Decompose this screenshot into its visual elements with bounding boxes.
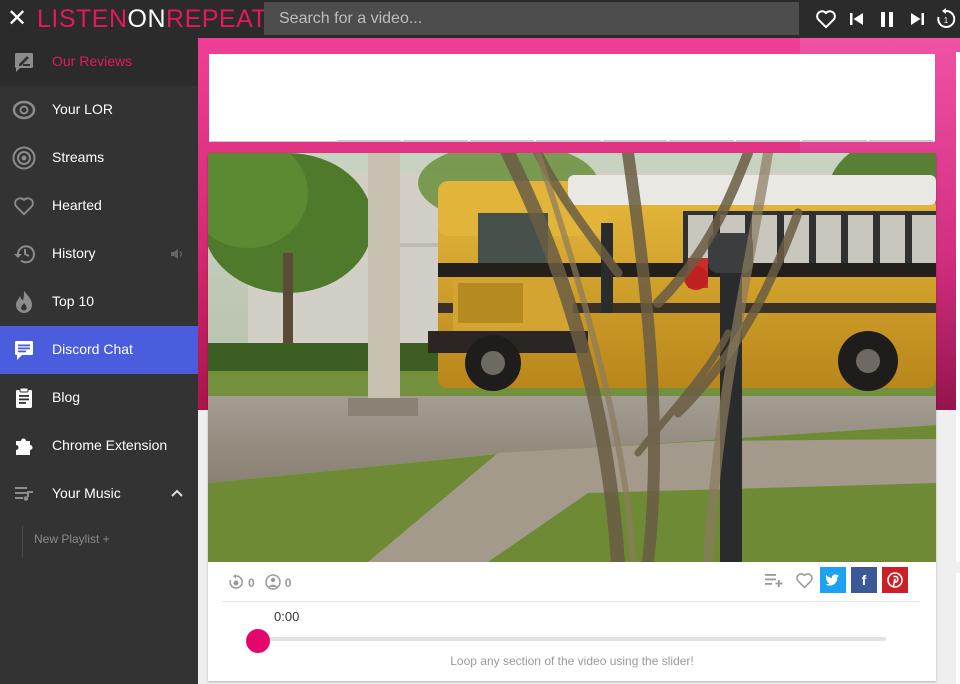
heart-icon[interactable] — [793, 569, 815, 591]
ad-divider-lines — [337, 139, 935, 141]
slider-hint: Loop any section of the video using the … — [450, 654, 694, 668]
side-panel-edge — [956, 52, 960, 562]
divider — [222, 601, 920, 602]
current-time: 0:00 — [274, 609, 300, 624]
ad-banner — [209, 54, 935, 142]
chat-icon — [12, 338, 36, 362]
facebook-share-button[interactable]: f — [851, 567, 877, 593]
share-actions: f — [763, 567, 908, 593]
sidebar-item-label: Discord Chat — [52, 341, 133, 357]
repeat-count-value: 0 — [248, 576, 255, 590]
volume-icon — [170, 247, 184, 265]
sidebar-item-history[interactable]: History — [0, 230, 198, 278]
new-playlist-button[interactable]: New Playlist + — [22, 526, 110, 558]
pinterest-icon — [887, 572, 903, 588]
sidebar-item-top-10[interactable]: Top 10 — [0, 278, 198, 326]
logo-listen: LISTEN — [37, 5, 128, 33]
player-card: 0 0 f 0:00 Loop any section of the video… — [208, 153, 936, 681]
sidebar-item-label: Your Music — [52, 485, 121, 501]
puzzle-icon — [12, 434, 36, 458]
search-input[interactable] — [264, 2, 799, 35]
loop-slider-track[interactable] — [248, 637, 886, 641]
video-stats: 0 0 — [228, 573, 301, 593]
rate-review-icon — [12, 50, 36, 74]
streams-icon — [12, 146, 36, 170]
sidebar-item-label: Top 10 — [52, 293, 95, 309]
sidebar-item-your-music[interactable]: Your Music — [0, 470, 198, 518]
sidebar-item-label: Blog — [52, 389, 81, 405]
pinterest-share-button[interactable] — [882, 567, 908, 593]
skip-next-icon[interactable] — [906, 8, 928, 30]
sidebar: Our Reviews Your LOR Streams Hearted His… — [0, 38, 198, 684]
lor-logo-icon — [12, 98, 36, 122]
sidebar-item-hearted[interactable]: Hearted — [0, 182, 198, 230]
logo[interactable]: LISTENONREPEAT — [37, 4, 267, 34]
person-icon — [264, 573, 285, 593]
sidebar-item-label: Streams — [52, 149, 105, 165]
history-icon — [12, 242, 36, 266]
video-frame — [208, 153, 936, 562]
flame-icon — [12, 290, 36, 314]
queue-music-icon — [12, 482, 36, 506]
chevron-up-icon[interactable] — [170, 485, 184, 503]
sidebar-item-discord-chat[interactable]: Discord Chat — [0, 326, 198, 374]
pause-icon[interactable] — [876, 8, 898, 30]
facebook-icon: f — [861, 572, 867, 588]
sidebar-item-our-reviews[interactable]: Our Reviews — [0, 38, 198, 86]
repeat-icon — [228, 573, 248, 593]
logo-repeat: REPEAT — [166, 5, 268, 33]
sidebar-item-blog[interactable]: Blog — [0, 374, 198, 422]
sidebar-item-label: Hearted — [52, 197, 102, 213]
twitter-icon — [826, 574, 840, 586]
heart-icon — [12, 194, 36, 218]
sidebar-item-label: Our Reviews — [52, 53, 133, 69]
listener-count: 0 — [264, 573, 292, 593]
skip-previous-icon[interactable] — [846, 8, 868, 30]
replay-icon[interactable]: 1 — [935, 8, 957, 30]
sidebar-item-streams[interactable]: Streams — [0, 134, 198, 182]
top-bar: ✕ LISTENONREPEAT 1 — [0, 0, 960, 38]
replay-badge: 1 — [944, 16, 949, 25]
twitter-share-button[interactable] — [820, 567, 846, 593]
sidebar-item-label: History — [52, 245, 96, 261]
close-icon[interactable]: ✕ — [6, 6, 28, 32]
clipboard-icon — [12, 386, 36, 410]
main-content: 0 0 f 0:00 Loop any section of the video… — [198, 38, 960, 684]
video-player[interactable] — [208, 153, 936, 562]
heart-icon[interactable] — [815, 8, 837, 30]
sidebar-item-chrome-extension[interactable]: Chrome Extension — [0, 422, 198, 470]
listener-count-value: 0 — [284, 576, 292, 590]
repeat-count: 0 — [228, 573, 255, 593]
sidebar-item-label: Chrome Extension — [52, 437, 168, 453]
sidebar-item-label: Your LOR — [52, 101, 113, 117]
logo-on: ON — [127, 5, 167, 33]
sidebar-item-your-lor[interactable]: Your LOR — [0, 86, 198, 134]
side-panel-edge — [956, 573, 960, 684]
loop-slider-handle[interactable] — [246, 629, 270, 653]
add-to-playlist-icon[interactable] — [763, 569, 785, 591]
